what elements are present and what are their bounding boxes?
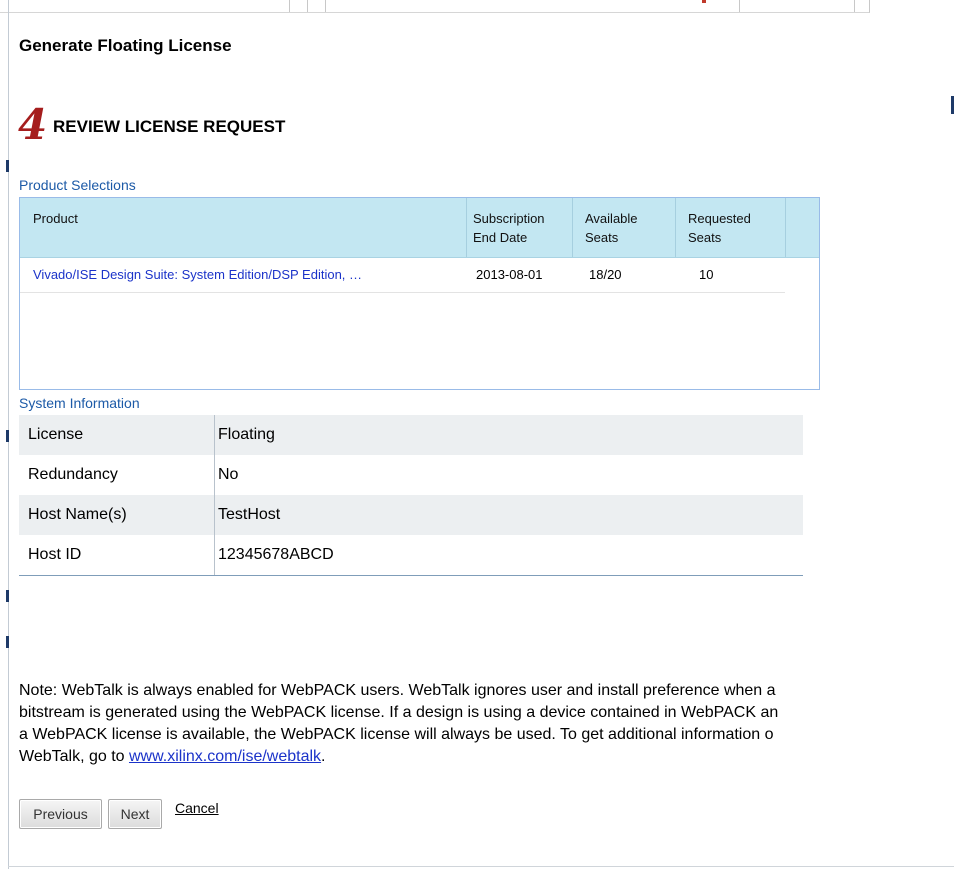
cell-separator [214, 495, 215, 535]
column-header-line: Subscription [473, 211, 545, 226]
cancel-link[interactable]: Cancel [175, 800, 219, 816]
column-header-line: Seats [688, 230, 722, 245]
step-number: 4 [18, 100, 48, 149]
end-date-cell: 2013-08-01 [476, 267, 543, 282]
table-row: Redundancy No [19, 455, 803, 495]
next-button[interactable]: Next [108, 799, 162, 829]
cell-separator [214, 415, 215, 455]
column-header-available-seats[interactable]: Available Seats [585, 209, 638, 247]
product-name-cell[interactable]: Vivado/ISE Design Suite: System Edition/… [33, 267, 362, 282]
window-edge-mark [6, 160, 9, 172]
system-information-label: System Information [19, 395, 140, 411]
product-selections-label: Product Selections [19, 177, 136, 193]
background-segment [0, 0, 290, 13]
host-id-label: Host ID [28, 546, 82, 563]
window-edge-mark [6, 590, 9, 602]
host-id-value: 12345678ABCD [218, 546, 334, 563]
column-header-subscription-end-date[interactable]: Subscription End Date [473, 209, 545, 247]
license-value: Floating [218, 426, 275, 443]
column-header-line: End Date [473, 230, 528, 245]
window-edge-mark [6, 636, 9, 648]
column-header-line: Available [585, 211, 638, 226]
note-line: WebTalk, go to www.xilinx.com/ise/webtal… [19, 746, 954, 768]
column-header-line: Requested [688, 211, 751, 226]
column-separator [785, 198, 786, 257]
dialog-title: Generate Floating License [19, 36, 232, 55]
webtalk-link[interactable]: www.xilinx.com/ise/webtalk [129, 748, 321, 765]
cell-separator [214, 455, 215, 495]
dialog-bottom-border [8, 866, 954, 867]
host-names-value: TestHost [218, 506, 281, 523]
table-row[interactable]: Vivado/ISE Design Suite: System Edition/… [20, 258, 785, 293]
table-row: Host Name(s) TestHost [19, 495, 803, 535]
background-segment [289, 0, 308, 13]
background-window-strip [0, 0, 954, 13]
note-line: Note: WebTalk is always enabled for WebP… [19, 682, 776, 699]
window-edge-mark [6, 430, 9, 442]
cell-separator [214, 535, 215, 575]
webtalk-note: Note: WebTalk is always enabled for WebP… [19, 680, 954, 768]
license-wizard-page: Generate Floating License 4 REVIEW LICEN… [0, 0, 954, 869]
license-label: License [28, 426, 84, 443]
table-row: License Floating [19, 415, 803, 455]
step-heading: REVIEW LICENSE REQUEST [53, 117, 286, 136]
available-seats-cell: 18/20 [589, 267, 622, 282]
host-names-label: Host Name(s) [28, 506, 127, 523]
column-separator [466, 198, 467, 257]
requested-seats-cell: 10 [699, 267, 714, 282]
column-separator [675, 198, 676, 257]
system-information-table: License Floating Redundancy No Host Name… [19, 415, 803, 576]
table-row: Host ID 12345678ABCD [19, 535, 803, 575]
background-red-mark [702, 0, 706, 3]
background-segment [739, 0, 855, 13]
note-line-suffix: . [321, 748, 326, 765]
note-line: bitstream is generated using the WebPACK… [19, 704, 779, 721]
column-separator [572, 198, 573, 257]
column-header-line: Seats [585, 230, 619, 245]
redundancy-label: Redundancy [28, 466, 118, 483]
product-grid-header: Product Subscription End Date Available … [20, 198, 819, 258]
redundancy-value: No [218, 466, 239, 483]
column-header-requested-seats[interactable]: Requested Seats [688, 209, 751, 247]
background-segment [325, 0, 740, 13]
background-segment [307, 0, 326, 13]
note-line-prefix: WebTalk, go to [19, 748, 129, 765]
note-line: a WebPACK license is available, the WebP… [19, 726, 774, 743]
previous-button[interactable]: Previous [19, 799, 102, 829]
column-header-product[interactable]: Product [33, 209, 78, 228]
background-segment [854, 0, 870, 13]
product-selections-grid: Product Subscription End Date Available … [19, 197, 820, 390]
